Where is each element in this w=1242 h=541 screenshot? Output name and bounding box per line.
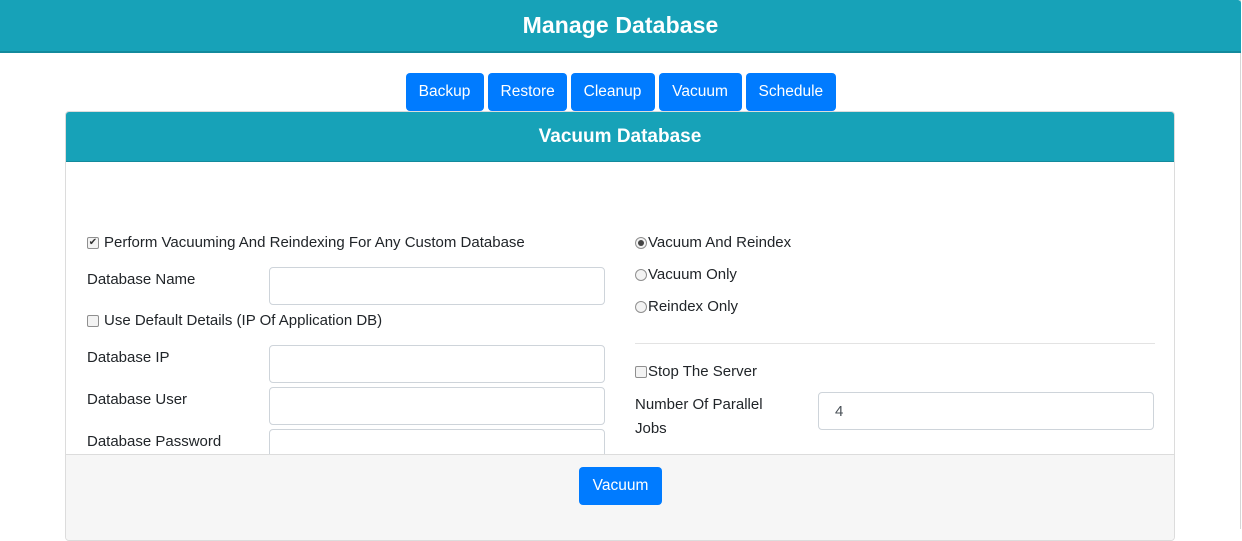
radio-vacuum-only[interactable]: [635, 269, 647, 281]
database-ip-input[interactable]: [269, 345, 605, 383]
radio-selected-dot: [638, 240, 644, 246]
radio-vacuum-and-reindex[interactable]: [635, 237, 647, 249]
card-header: Vacuum Database: [66, 112, 1174, 162]
page-title: Manage Database: [522, 12, 719, 38]
radio-vacuum-only-label: Vacuum Only: [648, 266, 737, 283]
database-ip-label: Database IP: [87, 349, 170, 366]
parallel-jobs-label-line1: Number Of Parallel: [635, 396, 763, 413]
use-default-details-label: Use Default Details (IP Of Application D…: [104, 312, 383, 329]
database-name-label: Database Name: [87, 271, 196, 288]
custom-db-checkbox[interactable]: ✔: [87, 237, 99, 249]
parallel-jobs-label-line2: Jobs: [635, 420, 667, 437]
database-name-input[interactable]: [269, 267, 605, 305]
stop-server-checkbox[interactable]: [635, 366, 647, 378]
vacuum-card: Vacuum Database ✔ Perform Vacuuming And …: [65, 111, 1175, 541]
database-user-input[interactable]: [269, 387, 605, 425]
tab-schedule[interactable]: Schedule: [745, 73, 836, 111]
parallel-jobs-input[interactable]: [818, 392, 1154, 430]
database-password-label: Database Password: [87, 433, 222, 450]
card-title: Vacuum Database: [538, 125, 702, 147]
radio-vacuum-and-reindex-label: Vacuum And Reindex: [648, 234, 792, 251]
tab-bar: Backup Restore Cleanup Vacuum Schedule: [0, 73, 1241, 111]
page-header: Manage Database: [0, 0, 1241, 53]
tab-restore[interactable]: Restore: [487, 73, 567, 111]
card-body: ✔ Perform Vacuuming And Reindexing For A…: [66, 162, 1174, 467]
card-footer: Vacuum: [66, 454, 1174, 540]
tab-backup[interactable]: Backup: [405, 73, 484, 111]
radio-reindex-only[interactable]: [635, 301, 647, 313]
section-divider: [635, 343, 1155, 344]
checkmark-icon: ✔: [88, 237, 98, 248]
stop-server-label: Stop The Server: [648, 363, 757, 380]
radio-reindex-only-label: Reindex Only: [648, 298, 739, 315]
database-user-label: Database User: [87, 391, 188, 408]
tab-cleanup[interactable]: Cleanup: [570, 73, 655, 111]
custom-db-checkbox-label: Perform Vacuuming And Reindexing For Any…: [104, 234, 525, 251]
vacuum-submit-button[interactable]: Vacuum: [579, 467, 662, 505]
tab-vacuum[interactable]: Vacuum: [658, 73, 742, 111]
use-default-details-checkbox[interactable]: [87, 315, 99, 327]
